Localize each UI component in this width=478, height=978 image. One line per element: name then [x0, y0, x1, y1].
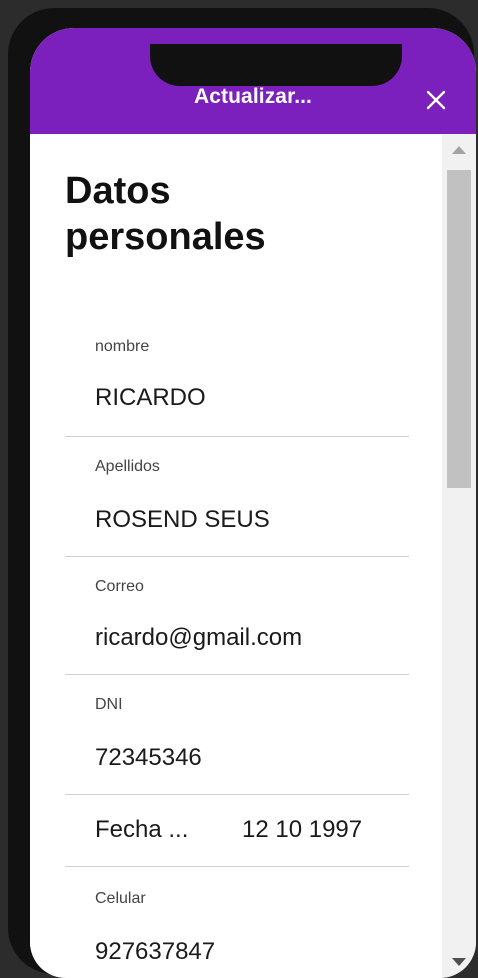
first-name-label: nombre — [95, 338, 150, 355]
app-screen: Actualizar... Datos personales nombre RI… — [30, 28, 476, 978]
email-input[interactable]: ricardo@gmail.com — [95, 624, 405, 652]
page-title: Datos personales — [65, 168, 266, 260]
dni-input[interactable]: 72345346 — [95, 744, 405, 772]
phone-label: Celular — [95, 890, 146, 907]
last-name-input[interactable]: ROSEND SEUS — [95, 506, 405, 534]
first-name-input[interactable]: RICARDO — [95, 384, 405, 412]
scrollbar-thumb[interactable] — [447, 170, 471, 488]
phone-field[interactable]: Celular 927637847 — [65, 866, 409, 978]
page-title-line2: personales — [65, 216, 266, 258]
device-notch — [150, 44, 402, 86]
header-title: Actualizar... — [193, 85, 312, 108]
form-content: Datos personales nombre RICARDO Apellido… — [30, 134, 442, 978]
scroll-down-arrow-icon[interactable] — [452, 958, 466, 966]
last-name-label: Apellidos — [95, 458, 160, 475]
phone-input[interactable]: 927637847 — [95, 938, 405, 966]
close-icon — [426, 90, 446, 110]
phone-frame: Actualizar... Datos personales nombre RI… — [8, 8, 476, 978]
birth-date-value[interactable]: 12 10 1997 — [242, 816, 362, 844]
page-title-line1: Datos — [65, 170, 171, 212]
email-label: Correo — [95, 578, 144, 595]
email-field[interactable]: Correo ricardo@gmail.com — [65, 556, 409, 675]
last-name-field[interactable]: Apellidos ROSEND SEUS — [65, 436, 409, 557]
birth-date-field[interactable]: Fecha ... 12 10 1997 — [65, 794, 409, 867]
dni-field[interactable]: DNI 72345346 — [65, 674, 409, 795]
first-name-field[interactable]: nombre RICARDO — [65, 312, 409, 437]
birth-date-label: Fecha ... — [95, 816, 189, 843]
scrollbar[interactable] — [442, 134, 476, 978]
scroll-up-arrow-icon[interactable] — [452, 146, 466, 154]
dni-label: DNI — [95, 696, 123, 713]
close-button[interactable] — [422, 86, 450, 114]
